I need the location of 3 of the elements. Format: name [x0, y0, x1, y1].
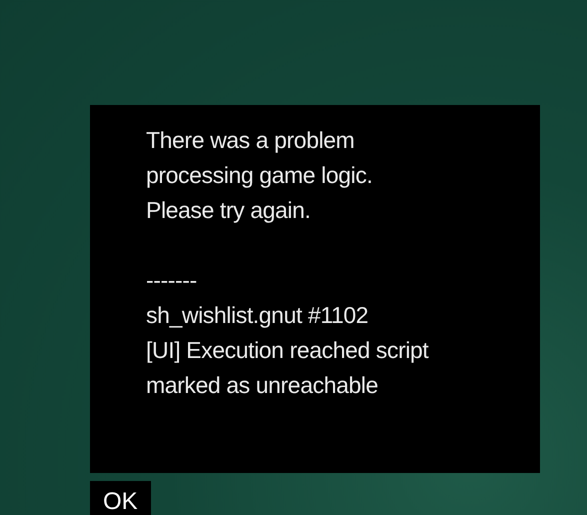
ok-button[interactable]: OK	[90, 481, 151, 515]
error-message: There was a problem processing game logic. Please try again.	[146, 126, 372, 225]
error-message: ------- sh_wishlist.gnut #1102 [UI] Execution reached script marked as unreachable	[146, 266, 428, 400]
